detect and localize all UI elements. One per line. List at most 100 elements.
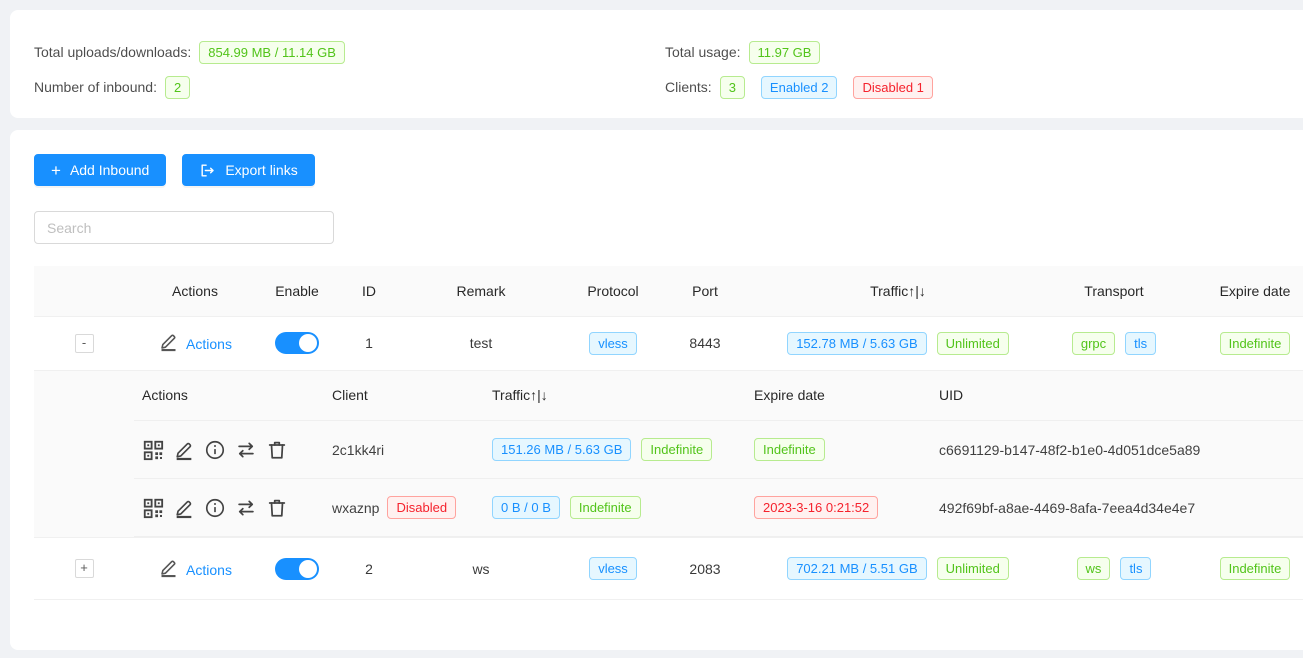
- transport-network-badge: ws: [1077, 557, 1111, 580]
- edit-client-icon[interactable]: [173, 497, 195, 519]
- client-row-2: wxaznp Disabled 0 B / 0 B Indefinite: [134, 479, 1303, 537]
- header-remark: Remark: [400, 266, 562, 316]
- expire-badge: Indefinite: [1220, 557, 1291, 580]
- inbounds-card: + Add Inbound Export links: [10, 130, 1303, 650]
- export-links-button[interactable]: Export links: [182, 154, 314, 186]
- inbound-id: 2: [338, 538, 400, 600]
- client-disabled-badge: Disabled: [387, 496, 456, 519]
- client-traffic-badge: 0 B / 0 B: [492, 496, 560, 519]
- protocol-badge: vless: [589, 557, 637, 580]
- collapse-row-button[interactable]: -: [75, 334, 94, 353]
- client-traffic-limit-badge: Indefinite: [570, 496, 641, 519]
- reset-traffic-icon[interactable]: [235, 439, 257, 461]
- header-protocol: Protocol: [562, 266, 664, 316]
- table-header-row: Actions Enable ID Remark Protocol Port T…: [34, 266, 1303, 316]
- clients-enabled-badge: Enabled 2: [761, 76, 838, 99]
- stats-left: Total uploads/downloads: 854.99 MB / 11.…: [34, 40, 665, 118]
- toggle-knob: [299, 560, 317, 578]
- enable-toggle[interactable]: [275, 332, 319, 354]
- header-id[interactable]: ID: [338, 266, 400, 316]
- traffic-usage-badge: 152.78 MB / 5.63 GB: [787, 332, 926, 355]
- inbound-id: 1: [338, 316, 400, 370]
- search-row: [34, 211, 1303, 244]
- number-of-inbound: Number of inbound: 2: [34, 75, 665, 99]
- client-traffic-badge: 151.26 MB / 5.63 GB: [492, 438, 631, 461]
- clients-table: Actions Client Traffic↑|↓ Expire date UI…: [134, 371, 1303, 538]
- export-icon: [199, 162, 216, 179]
- inbound-row-1: - Actions 1 test vless: [34, 316, 1303, 370]
- clients-label: Clients:: [665, 79, 712, 95]
- header-expire-date: Expire date: [1178, 266, 1303, 316]
- add-inbound-button[interactable]: + Add Inbound: [34, 154, 166, 186]
- inbound-actions-menu[interactable]: Actions: [158, 331, 232, 352]
- expanded-row: Actions Client Traffic↑|↓ Expire date UI…: [34, 370, 1303, 538]
- header-enable: Enable: [256, 266, 338, 316]
- client-traffic-limit-badge: Indefinite: [641, 438, 712, 461]
- inbound-label: Number of inbound:: [34, 79, 157, 95]
- client-uid: 492f69bf-a8ae-4469-8afa-7eea4d34e4e7: [931, 479, 1303, 537]
- usage-label: Total usage:: [665, 44, 741, 60]
- info-icon[interactable]: [204, 439, 226, 461]
- stats-right: Total usage: 11.97 GB Clients: 3 Enabled…: [665, 40, 1296, 118]
- inbound-remark: ws: [400, 538, 562, 600]
- client-row-1: 2c1kk4ri 151.26 MB / 5.63 GB Indefinite …: [134, 421, 1303, 479]
- actions-label: Actions: [186, 336, 232, 352]
- actions-label: Actions: [186, 562, 232, 578]
- header-actions: Actions: [134, 266, 256, 316]
- client-uid: c6691129-b147-48f2-b1e0-4d051dce5a89: [931, 421, 1303, 479]
- client-header-client: Client: [324, 371, 484, 421]
- header-traffic[interactable]: Traffic↑|↓: [746, 266, 1050, 316]
- transport-network-badge: grpc: [1072, 332, 1115, 355]
- clients-subtable-wrap: Actions Client Traffic↑|↓ Expire date UI…: [34, 371, 1303, 538]
- traffic-usage-badge: 702.21 MB / 5.51 GB: [787, 557, 926, 580]
- delete-client-icon[interactable]: [266, 439, 288, 461]
- toolbar: + Add Inbound Export links: [34, 154, 1303, 186]
- enable-toggle[interactable]: [275, 558, 319, 580]
- usage-value-badge: 11.97 GB: [749, 41, 821, 64]
- client-header-expire: Expire date: [746, 371, 931, 421]
- inbound-port: 2083: [664, 538, 746, 600]
- transport-security-badge: tls: [1125, 332, 1156, 355]
- reset-traffic-icon[interactable]: [235, 497, 257, 519]
- client-header-uid: UID: [931, 371, 1303, 421]
- traffic-limit-badge: Unlimited: [937, 332, 1009, 355]
- client-name: 2c1kk4ri: [332, 442, 384, 458]
- qrcode-icon[interactable]: [142, 439, 164, 461]
- stats-card: Total uploads/downloads: 854.99 MB / 11.…: [10, 10, 1303, 118]
- edit-client-icon[interactable]: [173, 439, 195, 461]
- export-links-label: Export links: [225, 162, 297, 178]
- clients-count-badge: 3: [720, 76, 745, 99]
- toggle-knob: [299, 334, 317, 352]
- inbound-remark: test: [400, 316, 562, 370]
- edit-pen-icon: [158, 557, 179, 578]
- clients-disabled-badge: Disabled 1: [853, 76, 932, 99]
- transport-security-badge: tls: [1120, 557, 1151, 580]
- add-inbound-label: Add Inbound: [70, 162, 149, 178]
- inbounds-table: Actions Enable ID Remark Protocol Port T…: [34, 266, 1303, 600]
- client-header-actions: Actions: [134, 371, 324, 421]
- header-port: Port: [664, 266, 746, 316]
- uploads-value-badge: 854.99 MB / 11.14 GB: [199, 41, 345, 64]
- inbound-actions-menu[interactable]: Actions: [158, 557, 232, 578]
- clients-header-row: Actions Client Traffic↑|↓ Expire date UI…: [134, 371, 1303, 421]
- clients-stats: Clients: 3 Enabled 2 Disabled 1: [665, 75, 1296, 99]
- edit-pen-icon: [158, 331, 179, 352]
- plus-icon: +: [51, 162, 61, 179]
- inbound-row-2: + Actions 2 ws vless: [34, 538, 1303, 600]
- protocol-badge: vless: [589, 332, 637, 355]
- total-usage: Total usage: 11.97 GB: [665, 40, 1296, 64]
- search-input[interactable]: [34, 211, 334, 244]
- traffic-limit-badge: Unlimited: [937, 557, 1009, 580]
- total-uploads-downloads: Total uploads/downloads: 854.99 MB / 11.…: [34, 40, 665, 64]
- client-expire-badge: 2023-3-16 0:21:52: [754, 496, 878, 519]
- inbound-port: 8443: [664, 316, 746, 370]
- qrcode-icon[interactable]: [142, 497, 164, 519]
- client-expire-badge: Indefinite: [754, 438, 825, 461]
- inbound-value-badge: 2: [165, 76, 190, 99]
- client-name: wxaznp: [332, 500, 379, 516]
- info-icon[interactable]: [204, 497, 226, 519]
- delete-client-icon[interactable]: [266, 497, 288, 519]
- client-header-traffic[interactable]: Traffic↑|↓: [484, 371, 746, 421]
- uploads-label: Total uploads/downloads:: [34, 44, 191, 60]
- expand-row-button[interactable]: +: [75, 559, 94, 578]
